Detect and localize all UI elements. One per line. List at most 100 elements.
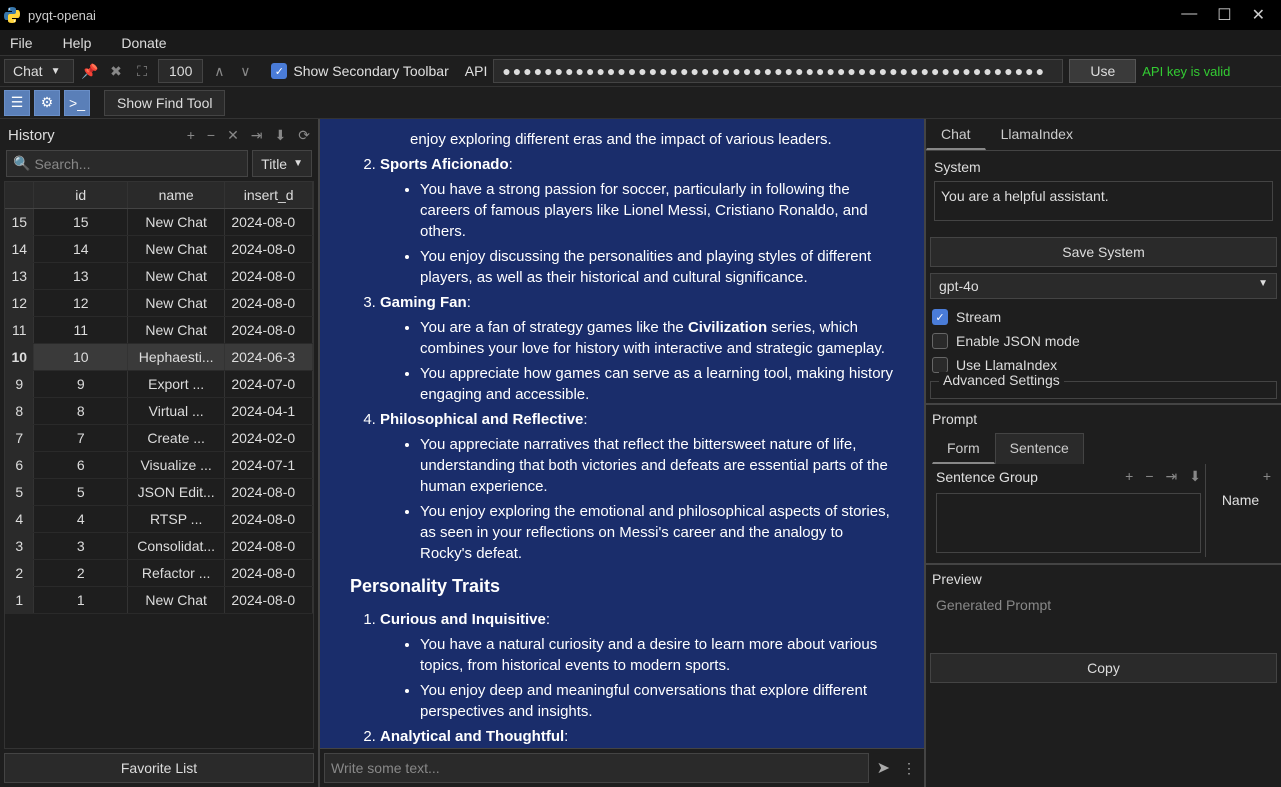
- import-group-icon[interactable]: ⇥: [1166, 468, 1178, 485]
- fullscreen-icon[interactable]: ⛶: [132, 61, 152, 81]
- gear-button[interactable]: ⚙: [34, 90, 60, 116]
- row-date: 2024-07-0: [225, 371, 313, 397]
- history-table: id name insert_d 1515New Chat2024-08-014…: [4, 181, 314, 749]
- row-date: 2024-06-3: [225, 344, 313, 370]
- row-number: 4: [5, 506, 34, 532]
- minimize-icon[interactable]: —: [1181, 5, 1197, 25]
- table-row[interactable]: 99Export ...2024-07-0: [5, 371, 313, 398]
- table-row[interactable]: 1515New Chat2024-08-0: [5, 209, 313, 236]
- row-id: 12: [34, 290, 127, 316]
- tab-chat[interactable]: Chat: [926, 119, 986, 150]
- column-id[interactable]: id: [34, 182, 127, 208]
- api-key-input[interactable]: ●●●●●●●●●●●●●●●●●●●●●●●●●●●●●●●●●●●●●●●●…: [493, 59, 1063, 83]
- column-name[interactable]: name: [128, 182, 225, 208]
- send-icon[interactable]: ➤: [869, 758, 898, 778]
- preview-label: Preview: [932, 571, 1275, 587]
- api-status: API key is valid: [1142, 64, 1230, 79]
- json-mode-checkbox[interactable]: [932, 333, 948, 349]
- show-find-tool-button[interactable]: Show Find Tool: [104, 90, 225, 116]
- table-row[interactable]: 1414New Chat2024-08-0: [5, 236, 313, 263]
- row-number: 3: [5, 533, 34, 559]
- sentence-group-list[interactable]: [936, 493, 1201, 553]
- close-icon[interactable]: ✕: [1252, 5, 1265, 25]
- table-row[interactable]: 44RTSP ...2024-08-0: [5, 506, 313, 533]
- add-group-icon[interactable]: +: [1125, 468, 1133, 485]
- number-input[interactable]: 100: [158, 59, 203, 83]
- menu-help[interactable]: Help: [63, 35, 92, 51]
- row-date: 2024-08-0: [225, 317, 313, 343]
- table-row[interactable]: 55JSON Edit...2024-08-0: [5, 479, 313, 506]
- row-name: Refactor ...: [128, 560, 225, 586]
- tools-icon[interactable]: ✖: [106, 61, 126, 81]
- add-name-icon[interactable]: +: [1210, 468, 1271, 484]
- table-row[interactable]: 22Refactor ...2024-08-0: [5, 560, 313, 587]
- show-secondary-checkbox[interactable]: ✓: [271, 63, 287, 79]
- save-system-button[interactable]: Save System: [930, 237, 1277, 267]
- row-number: 15: [5, 209, 34, 235]
- terminal-button[interactable]: >_: [64, 90, 90, 116]
- column-rownum[interactable]: [5, 182, 34, 208]
- table-row[interactable]: 1010Hephaesti...2024-06-3: [5, 344, 313, 371]
- use-llamaindex-checkbox[interactable]: [932, 357, 948, 373]
- table-row[interactable]: 88Virtual ...2024-04-1: [5, 398, 313, 425]
- model-dropdown[interactable]: gpt-4o ▼: [930, 273, 1277, 299]
- table-row[interactable]: 33Consolidat...2024-08-0: [5, 533, 313, 560]
- row-date: 2024-08-0: [225, 560, 313, 586]
- refresh-icon[interactable]: ⟳: [298, 127, 310, 144]
- row-name: Consolidat...: [128, 533, 225, 559]
- close-history-icon[interactable]: ✕: [227, 127, 239, 144]
- down-icon[interactable]: ∨: [235, 61, 255, 81]
- row-number: 13: [5, 263, 34, 289]
- row-name: JSON Edit...: [128, 479, 225, 505]
- chat-content[interactable]: enjoy exploring different eras and the i…: [320, 119, 924, 748]
- hamburger-button[interactable]: ☰: [4, 90, 30, 116]
- row-id: 8: [34, 398, 127, 424]
- menu-file[interactable]: File: [10, 35, 33, 51]
- row-name: Create ...: [128, 425, 225, 451]
- row-id: 7: [34, 425, 127, 451]
- search-input[interactable]: 🔍 Search...: [6, 150, 248, 177]
- tab-sentence[interactable]: Sentence: [995, 433, 1084, 464]
- advanced-settings[interactable]: Advanced Settings: [930, 381, 1277, 399]
- sentence-group-label: Sentence Group: [936, 469, 1038, 485]
- row-number: 5: [5, 479, 34, 505]
- row-name: Hephaesti...: [128, 344, 225, 370]
- remove-group-icon[interactable]: −: [1145, 468, 1153, 485]
- mode-dropdown[interactable]: Chat ▼: [4, 59, 74, 83]
- chat-input[interactable]: Write some text...: [324, 753, 869, 783]
- system-textarea[interactable]: You are a helpful assistant.: [934, 181, 1273, 221]
- download-icon[interactable]: ⬇: [275, 127, 287, 144]
- favorite-list-button[interactable]: Favorite List: [4, 753, 314, 783]
- use-button[interactable]: Use: [1069, 59, 1136, 83]
- traits-heading: Personality Traits: [350, 574, 894, 599]
- menu-donate[interactable]: Donate: [121, 35, 166, 51]
- copy-button[interactable]: Copy: [930, 653, 1277, 683]
- row-number: 7: [5, 425, 34, 451]
- row-name: New Chat: [128, 263, 225, 289]
- maximize-icon[interactable]: ☐: [1217, 5, 1231, 25]
- pin-icon[interactable]: 📌: [80, 61, 100, 81]
- row-name: Export ...: [128, 371, 225, 397]
- stream-checkbox[interactable]: ✓: [932, 309, 948, 325]
- up-icon[interactable]: ∧: [209, 61, 229, 81]
- row-id: 15: [34, 209, 127, 235]
- table-row[interactable]: 1212New Chat2024-08-0: [5, 290, 313, 317]
- more-icon[interactable]: ⋮: [898, 760, 920, 777]
- table-row[interactable]: 1313New Chat2024-08-0: [5, 263, 313, 290]
- tab-form[interactable]: Form: [932, 433, 995, 464]
- column-date[interactable]: insert_d: [225, 182, 313, 208]
- table-row[interactable]: 11New Chat2024-08-0: [5, 587, 313, 614]
- import-icon[interactable]: ⇥: [251, 127, 263, 144]
- table-row[interactable]: 77Create ...2024-02-0: [5, 425, 313, 452]
- settings-panel: Chat LlamaIndex System You are a helpful…: [926, 119, 1281, 787]
- download-group-icon[interactable]: ⬇: [1189, 468, 1201, 485]
- tab-llamaindex[interactable]: LlamaIndex: [986, 119, 1088, 150]
- row-id: 4: [34, 506, 127, 532]
- remove-icon[interactable]: −: [207, 127, 215, 144]
- table-row[interactable]: 1111New Chat2024-08-0: [5, 317, 313, 344]
- add-icon[interactable]: +: [187, 127, 195, 144]
- row-date: 2024-02-0: [225, 425, 313, 451]
- row-name: RTSP ...: [128, 506, 225, 532]
- title-dropdown[interactable]: Title ▼: [252, 150, 312, 177]
- table-row[interactable]: 66Visualize ...2024-07-1: [5, 452, 313, 479]
